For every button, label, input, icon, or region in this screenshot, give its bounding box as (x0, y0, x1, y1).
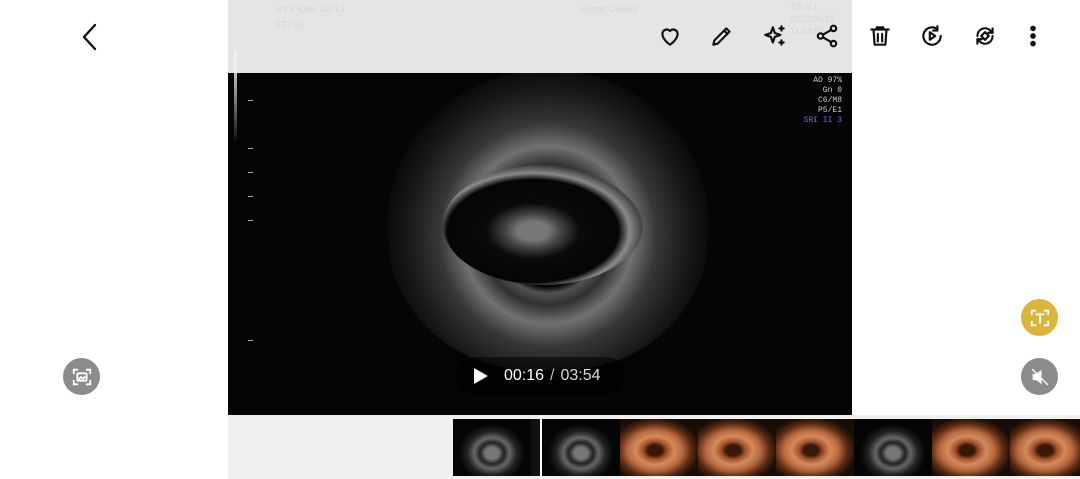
ultrasound-gestational-sac (443, 165, 643, 285)
filmstrip-frame[interactable] (1010, 419, 1080, 476)
filmstrip-frame[interactable] (698, 419, 776, 476)
ti-text: TIb 0.1 (790, 2, 819, 12)
patient-name-text: HYX KAH, JO 13 (276, 4, 345, 14)
scanner-parameters: AO 97% Gn 0 C6/M8 P5/E1 SRI II 3 (803, 76, 842, 125)
patient-id-text: 6TTSS (276, 20, 305, 30)
video-duration: 03:54 (560, 367, 601, 384)
filmstrip-frame[interactable] (620, 419, 698, 476)
mute-button[interactable] (1021, 358, 1058, 395)
share-icon (816, 24, 838, 48)
sparkles-icon (764, 25, 785, 46)
filmstrip-frame[interactable] (854, 419, 932, 476)
playhead-indicator[interactable] (540, 416, 542, 479)
text-extract-icon (1030, 309, 1049, 326)
play-icon[interactable] (474, 368, 488, 384)
favorite-button[interactable] (655, 20, 685, 52)
filmstrip-frame[interactable] (542, 419, 620, 476)
rotate-button[interactable] (970, 20, 1000, 52)
pencil-icon (712, 27, 731, 46)
video-player-button[interactable] (917, 20, 947, 52)
time-separator: / (550, 367, 555, 384)
screen-capture-icon (72, 368, 91, 385)
delete-button[interactable] (865, 20, 895, 52)
playback-control: 00:16 / 03:54 (456, 357, 625, 395)
filmstrip-frame[interactable] (776, 419, 854, 476)
chevron-left-icon (82, 23, 97, 51)
trash-icon (870, 26, 890, 46)
heart-icon (661, 28, 679, 46)
rotate-icon (976, 27, 994, 45)
text-recognition-button[interactable] (1021, 299, 1058, 336)
share-button[interactable] (812, 20, 842, 52)
filmstrip[interactable] (453, 419, 1080, 476)
current-time: 00:16 (504, 367, 545, 384)
capture-frame-button[interactable] (63, 358, 100, 395)
edit-button[interactable] (707, 20, 737, 52)
video-top-overlay: HYX KAH, JO 13 6TTSS Hybrid CB6Hz TIb 0.… (228, 0, 852, 73)
filmstrip-frame[interactable] (932, 419, 1010, 476)
back-button[interactable] (72, 20, 108, 54)
more-options-button[interactable] (1018, 20, 1048, 52)
filmstrip-frame[interactable] (453, 419, 531, 476)
ai-enhance-button[interactable] (760, 20, 790, 52)
more-vert-icon (1030, 25, 1036, 47)
probe-info-text: Hybrid CB6Hz (580, 4, 638, 14)
play-circle-icon (922, 25, 942, 46)
speaker-muted-icon (1031, 368, 1048, 385)
